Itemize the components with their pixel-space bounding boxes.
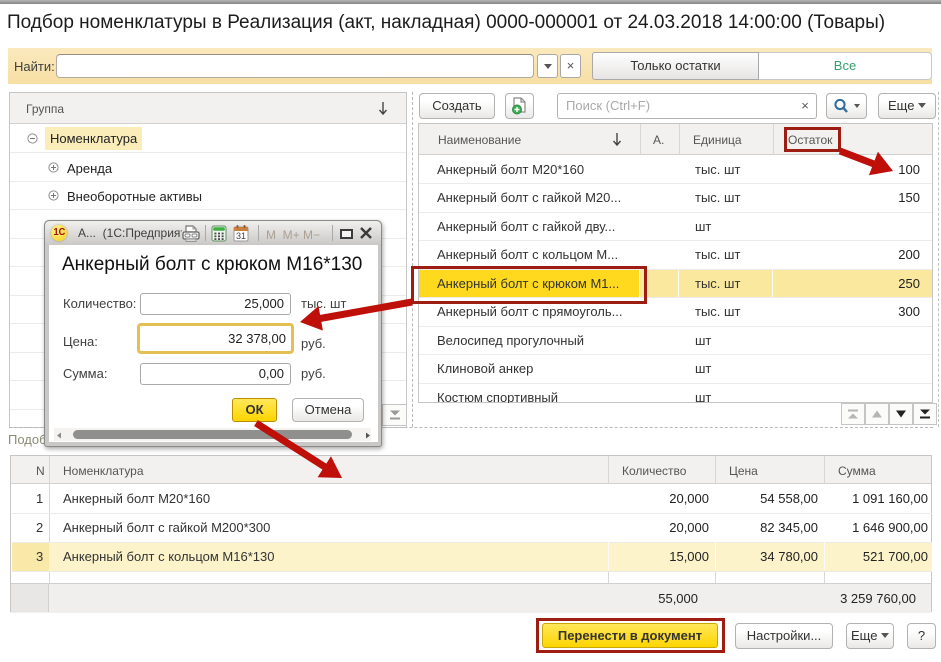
svg-text:31: 31 xyxy=(236,231,246,241)
